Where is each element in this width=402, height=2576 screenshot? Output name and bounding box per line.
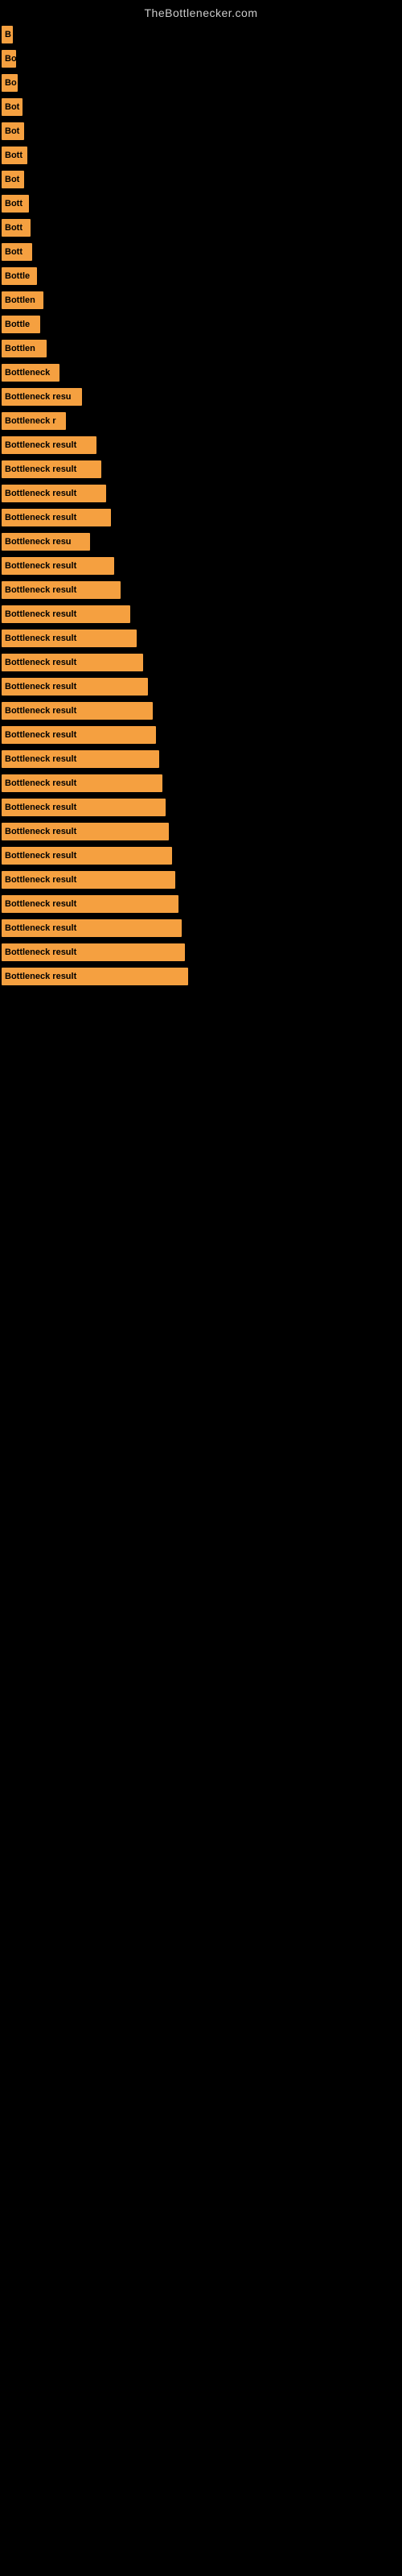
bar-label: Bot <box>2 122 24 140</box>
bar-row: Bott <box>2 240 402 264</box>
bar-row: Bottleneck result <box>2 747 402 771</box>
bar-label: Bottleneck resu <box>2 388 82 406</box>
bar-label: Bottleneck result <box>2 654 143 671</box>
bar-label: Bott <box>2 147 27 164</box>
bar-label: Bottleneck result <box>2 774 162 792</box>
bar-label: Bottlen <box>2 291 43 309</box>
bar-row: Bottleneck result <box>2 481 402 506</box>
bar-label: Bottleneck result <box>2 847 172 865</box>
bar-label: Bottleneck result <box>2 823 169 840</box>
bar-row: Bottleneck result <box>2 650 402 675</box>
bar-label: Bo <box>2 74 18 92</box>
bar-row: Bottle <box>2 312 402 336</box>
bar-row: Bottleneck result <box>2 964 402 989</box>
bar-row: Bottleneck result <box>2 602 402 626</box>
bar-label: Bottleneck resu <box>2 533 90 551</box>
bar-label: Bottlen <box>2 340 47 357</box>
bar-row: Bott <box>2 143 402 167</box>
bar-label: Bottleneck result <box>2 895 178 913</box>
bar-row: Bott <box>2 216 402 240</box>
bar-row: Bottlen <box>2 288 402 312</box>
bar-row: Bottleneck result <box>2 578 402 602</box>
bar-row: Bo <box>2 71 402 95</box>
bar-row: Bot <box>2 167 402 192</box>
bar-row: B <box>2 23 402 47</box>
bar-label: Bottleneck result <box>2 750 159 768</box>
bar-row: Bottleneck result <box>2 771 402 795</box>
bar-label: Bottleneck result <box>2 968 188 985</box>
bar-row: Bottleneck result <box>2 819 402 844</box>
bar-label: Bott <box>2 219 31 237</box>
bar-label: Bottleneck result <box>2 871 175 889</box>
bar-row: Bottleneck result <box>2 723 402 747</box>
bar-row: Bottleneck result <box>2 457 402 481</box>
bar-row: Bottleneck result <box>2 940 402 964</box>
bar-row: Bottleneck result <box>2 795 402 819</box>
bar-label: Bottleneck result <box>2 460 101 478</box>
bar-label: B <box>2 26 13 43</box>
bar-label: Bottleneck result <box>2 678 148 696</box>
bar-row: Bottleneck result <box>2 844 402 868</box>
bar-row: Bottleneck r <box>2 409 402 433</box>
bar-row: Bottleneck result <box>2 554 402 578</box>
bar-row: Bottle <box>2 264 402 288</box>
bars-container: B Bo Bo Bot Bot Bott Bot Bott Bott Bott Bottle Bott… <box>0 23 402 989</box>
bar-label: Bottleneck result <box>2 436 96 454</box>
bar-label: Bottleneck <box>2 364 59 382</box>
bar-label: Bott <box>2 195 29 213</box>
bar-label: Bottle <box>2 267 37 285</box>
bar-row: Bot <box>2 119 402 143</box>
bar-label: Bottleneck result <box>2 557 114 575</box>
bar-label: Bottleneck result <box>2 581 121 599</box>
bar-label: Bottleneck result <box>2 509 111 526</box>
bar-label: Bot <box>2 171 24 188</box>
bar-row: Bottleneck result <box>2 892 402 916</box>
bar-label: Bottle <box>2 316 40 333</box>
bar-row: Bottleneck <box>2 361 402 385</box>
bar-row: Bott <box>2 192 402 216</box>
bar-label: Bottleneck result <box>2 702 153 720</box>
bar-row: Bottleneck result <box>2 675 402 699</box>
bar-label: Bottleneck result <box>2 485 106 502</box>
bar-row: Bottleneck resu <box>2 385 402 409</box>
bar-row: Bottleneck result <box>2 868 402 892</box>
bar-row: Bottleneck result <box>2 699 402 723</box>
bar-row: Bottleneck result <box>2 916 402 940</box>
bar-label: Bot <box>2 98 23 116</box>
bar-row: Bottleneck result <box>2 506 402 530</box>
bar-row: Bo <box>2 47 402 71</box>
bar-label: Bottleneck result <box>2 726 156 744</box>
bar-row: Bot <box>2 95 402 119</box>
bar-label: Bottleneck r <box>2 412 66 430</box>
bar-label: Bottleneck result <box>2 799 166 816</box>
site-title: TheBottlenecker.com <box>0 0 402 23</box>
bar-label: Bottleneck result <box>2 630 137 647</box>
bar-row: Bottleneck result <box>2 626 402 650</box>
bar-row: Bottleneck result <box>2 433 402 457</box>
bar-row: Bottleneck resu <box>2 530 402 554</box>
bar-label: Bottleneck result <box>2 943 185 961</box>
bar-row: Bottlen <box>2 336 402 361</box>
bar-label: Bott <box>2 243 32 261</box>
bar-label: Bo <box>2 50 16 68</box>
bar-label: Bottleneck result <box>2 605 130 623</box>
bar-label: Bottleneck result <box>2 919 182 937</box>
